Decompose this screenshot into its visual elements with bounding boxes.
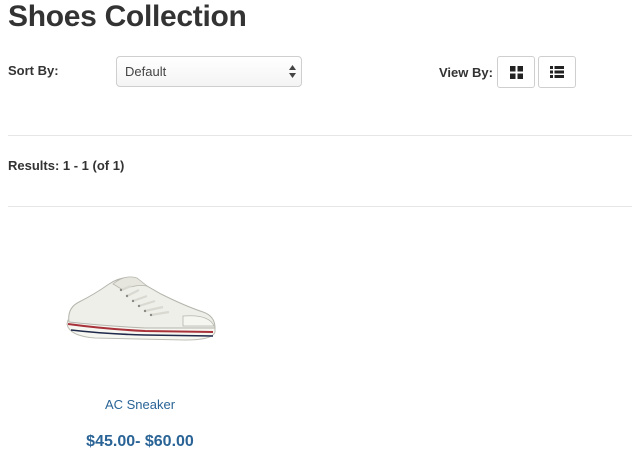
sort-selected-value: Default [125,64,167,79]
page-title: Shoes Collection [8,0,247,33]
sort-select[interactable]: Default [116,56,302,87]
product-name-link[interactable]: AC Sneaker [40,397,240,412]
product-card: AC Sneaker $45.00- $60.00 [40,260,240,460]
divider-bottom [8,206,632,207]
list-view-button[interactable] [538,56,576,88]
divider-top [8,135,632,136]
sneaker-image[interactable] [65,274,217,344]
grid-view-button[interactable] [497,56,535,88]
sort-by-label: Sort By: [8,63,59,78]
select-arrows-icon [289,65,296,78]
results-count: Results: 1 - 1 (of 1) [8,158,125,173]
view-by-label: View By: [439,65,493,80]
grid-view-icon [509,65,523,79]
list-view-icon [550,66,564,78]
product-price: $45.00- $60.00 [86,433,194,450]
